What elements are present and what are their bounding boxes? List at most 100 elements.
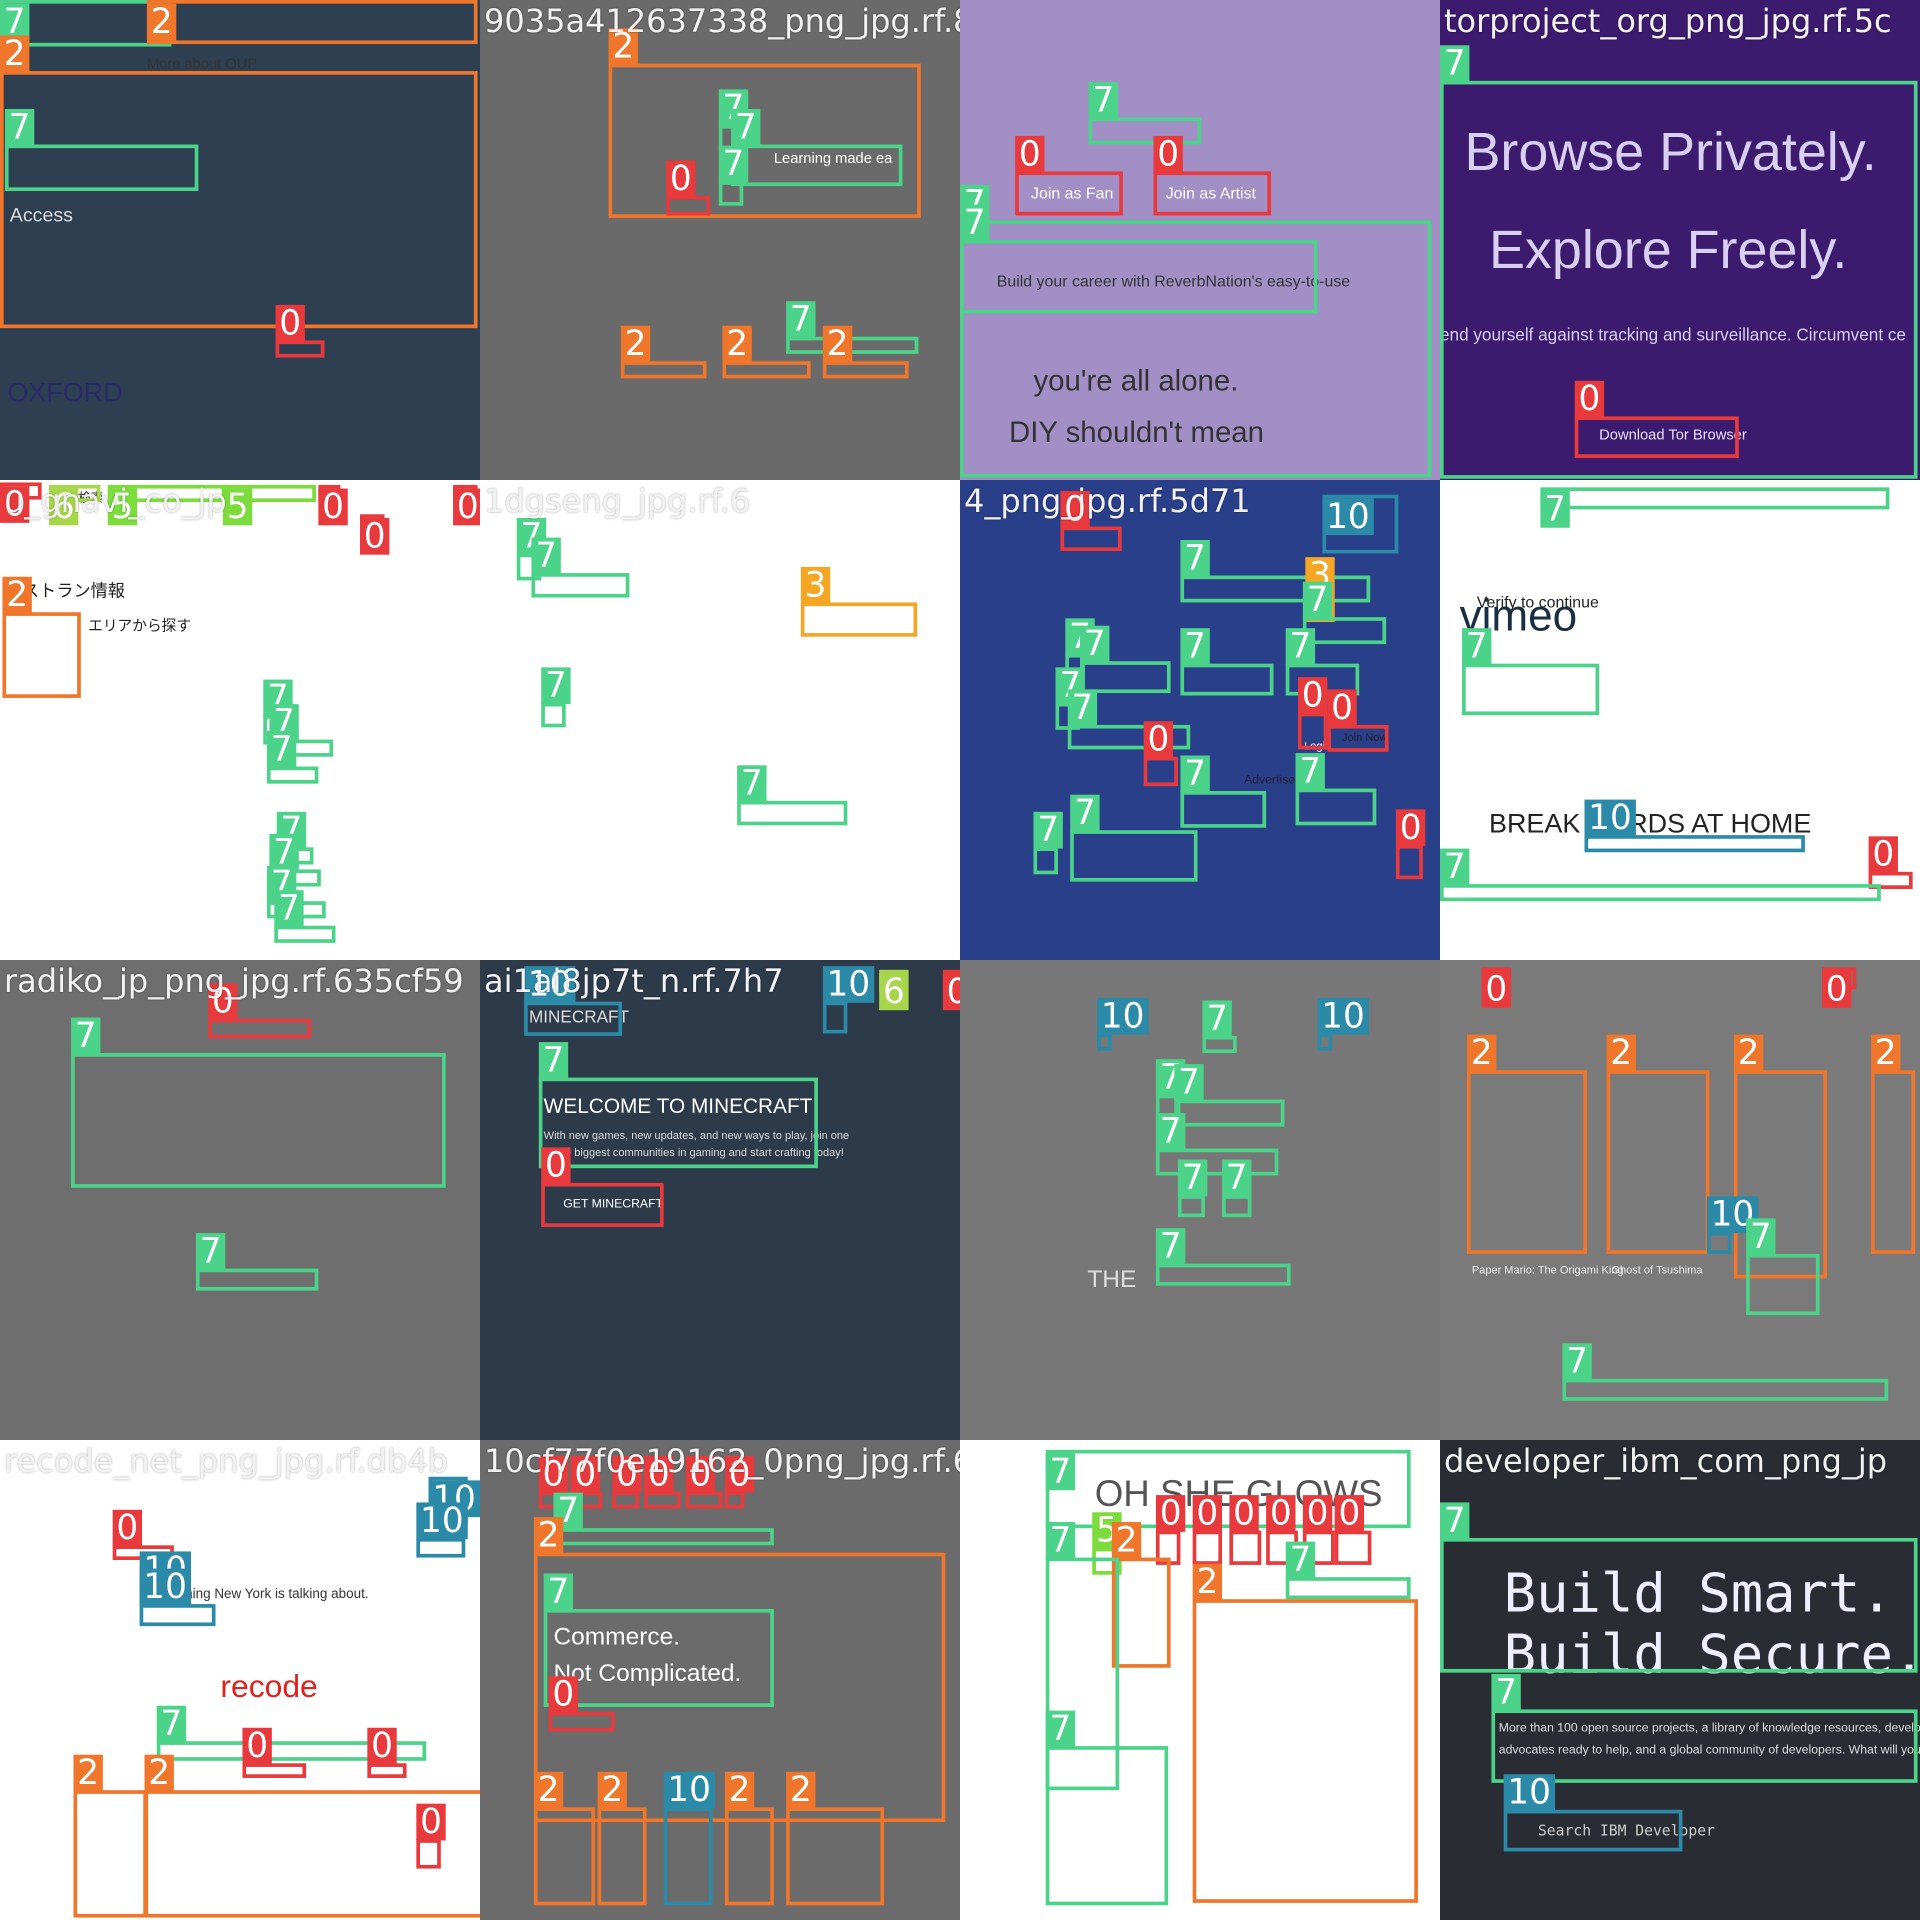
annotation-box: 10 bbox=[416, 1502, 468, 1558]
annotation-box: 7 bbox=[960, 204, 1318, 314]
page-text: More about OUP bbox=[146, 55, 258, 73]
annotation-box: 7 bbox=[718, 145, 749, 206]
class-id-tag: 7 bbox=[1285, 628, 1316, 665]
class-id-tag: 0 bbox=[360, 517, 390, 555]
annotation-box: 0 bbox=[666, 160, 711, 216]
class-id-tag: 2 bbox=[2, 576, 32, 614]
annotation-box: 7 bbox=[1562, 1343, 1889, 1401]
screenshot-panel: Learning made ea 2 7 7 0 7 7 2 2 2 bbox=[480, 0, 960, 480]
annotation-box: 0 bbox=[1229, 1494, 1262, 1565]
class-id-tag: 7 bbox=[1088, 81, 1118, 119]
annotation-box: 7 bbox=[1180, 539, 1371, 603]
annotation-box: 2 bbox=[0, 35, 478, 329]
class-id-tag: 0 bbox=[1574, 380, 1605, 418]
annotation-box: 7 bbox=[71, 1017, 446, 1188]
class-id-tag: 7 bbox=[1440, 45, 1470, 83]
annotation-box: 2 bbox=[724, 1771, 774, 1906]
class-id-tag: 2 bbox=[144, 1754, 174, 1792]
class-id-tag: 10 bbox=[139, 1568, 191, 1606]
annotation-box: 0 bbox=[275, 304, 325, 358]
class-id-tag: 7 bbox=[737, 765, 767, 803]
class-id-tag: 2 bbox=[597, 1771, 627, 1809]
annotation-box: 0 bbox=[208, 983, 312, 1039]
class-id-tag: 0 bbox=[1155, 1494, 1186, 1532]
screenshot-panel: お店検索レストラン情報エリアから探す065500027777777 bbox=[0, 480, 480, 960]
annotation-box: 0 bbox=[1297, 677, 1328, 750]
annotation-box: 7 bbox=[737, 765, 848, 826]
class-id-tag: 10 bbox=[1322, 498, 1374, 536]
annotation-box: 10 bbox=[1706, 1196, 1758, 1254]
class-id-tag: 7 bbox=[1746, 1218, 1776, 1256]
class-id-tag: 7 bbox=[1302, 581, 1333, 619]
annotation-box: 10 bbox=[1503, 1774, 1683, 1852]
class-id-tag: 7 bbox=[71, 1017, 101, 1055]
class-id-tag: 10 bbox=[663, 1771, 715, 1809]
annotation-box: 5 bbox=[222, 484, 316, 526]
class-id-tag: 7 bbox=[541, 667, 571, 705]
class-id-tag: 2 bbox=[0, 35, 30, 73]
annotation-box: 2 bbox=[608, 28, 921, 218]
page-text: Paper Mario: The Origami King bbox=[1471, 1263, 1624, 1276]
class-id-tag: 0 bbox=[1015, 135, 1045, 173]
annotation-box: 0 bbox=[612, 1455, 642, 1509]
class-id-tag: 7 bbox=[1180, 539, 1210, 577]
annotation-box: 2 bbox=[786, 1771, 885, 1906]
annotation-box: 0 bbox=[318, 484, 348, 526]
annotation-box: 0 bbox=[242, 1727, 307, 1778]
annotation-box: 0 bbox=[942, 969, 960, 1011]
annotation-box: 2 bbox=[146, 0, 478, 45]
screenshot-panel: OH SHE GLOWS7000000527727 bbox=[960, 1440, 1440, 1920]
class-id-tag: 0 bbox=[1868, 836, 1898, 874]
class-id-tag: 2 bbox=[1466, 1034, 1497, 1072]
class-id-tag: 7 bbox=[1067, 689, 1098, 727]
annotation-box: 7 bbox=[541, 667, 571, 728]
annotation-box: 7 bbox=[4, 108, 199, 192]
class-id-tag: 7 bbox=[1174, 1063, 1204, 1101]
tile-filename-label: 10cf77f0e19162_0png_jpg.rf.6 bbox=[484, 1442, 960, 1480]
class-id-tag: 7 bbox=[786, 301, 816, 338]
annotation-box: 7 bbox=[1222, 1159, 1252, 1218]
class-id-tag: 6 bbox=[879, 973, 909, 1011]
class-id-tag: 2 bbox=[1733, 1034, 1764, 1072]
class-id-tag: 7 bbox=[1491, 1673, 1521, 1711]
annotation-box: 0 bbox=[367, 1727, 407, 1778]
class-id-tag: 7 bbox=[543, 1573, 574, 1611]
screenshot-tile: vimeo Verify to continue BREAK CORDS AT HO… bbox=[1440, 480, 1920, 960]
class-id-tag: 7 bbox=[1045, 1453, 1076, 1491]
class-id-tag: 7 bbox=[1440, 1502, 1470, 1540]
annotation-box: 3 bbox=[800, 566, 918, 637]
class-id-tag: 2 bbox=[724, 1771, 755, 1809]
annotation-box: 7 bbox=[1180, 628, 1274, 696]
class-id-tag: 7 bbox=[1202, 1000, 1232, 1038]
class-id-tag: 0 bbox=[1327, 689, 1357, 727]
screenshot-tile: MINECRAFT WELCOME TO MINECRAFT With new ga… bbox=[480, 960, 960, 1440]
screenshot-panel: Browse Privately. Explore Freely. end your… bbox=[1440, 0, 1920, 480]
annotation-box: 0 bbox=[1334, 1494, 1372, 1565]
screenshot-panel: More about OUP Access OXFORD 7 2 2 7 0 bbox=[0, 0, 480, 480]
annotation-box: 0 bbox=[1481, 967, 1512, 1008]
screenshot-panel: MINECRAFT WELCOME TO MINECRAFT With new ga… bbox=[480, 960, 960, 1440]
class-id-tag: 0 bbox=[1822, 970, 1852, 1008]
tile-filename-label: radiko_jp_png_jpg.rf.635cf59 bbox=[4, 962, 464, 1000]
class-id-tag: 0 bbox=[242, 1727, 272, 1765]
class-id-tag: 7 bbox=[1285, 1541, 1316, 1579]
annotation-box: 10 bbox=[1317, 997, 1369, 1051]
annotation-box: 0 bbox=[1822, 967, 1857, 1008]
annotation-box: 2 bbox=[597, 1771, 647, 1906]
annotation-box: 2 bbox=[533, 1771, 596, 1906]
class-id-tag: 2 bbox=[620, 325, 651, 363]
class-id-tag: 7 bbox=[195, 1232, 226, 1270]
screenshot-tile: recode Everything New York is talking abo… bbox=[0, 1440, 480, 1920]
screenshot-panel: Paper Mario: The Origami King Ghost of Ts… bbox=[1440, 960, 1920, 1440]
class-id-tag: 7 bbox=[1540, 490, 1570, 528]
annotation-box: 7 bbox=[274, 890, 336, 943]
tile-filename-label: developer_ibm_com_png_jp bbox=[1444, 1442, 1888, 1480]
annotation-box: 2 bbox=[1192, 1563, 1418, 1903]
class-id-tag: 7 bbox=[538, 1041, 569, 1079]
class-id-tag: 7 bbox=[1070, 794, 1100, 832]
class-id-tag: 0 bbox=[541, 1147, 571, 1185]
class-id-tag: 0 bbox=[1229, 1494, 1259, 1532]
class-id-tag: 0 bbox=[1334, 1494, 1365, 1532]
annotation-box: 7 bbox=[538, 1041, 818, 1169]
class-id-tag: 7 bbox=[1080, 625, 1110, 663]
